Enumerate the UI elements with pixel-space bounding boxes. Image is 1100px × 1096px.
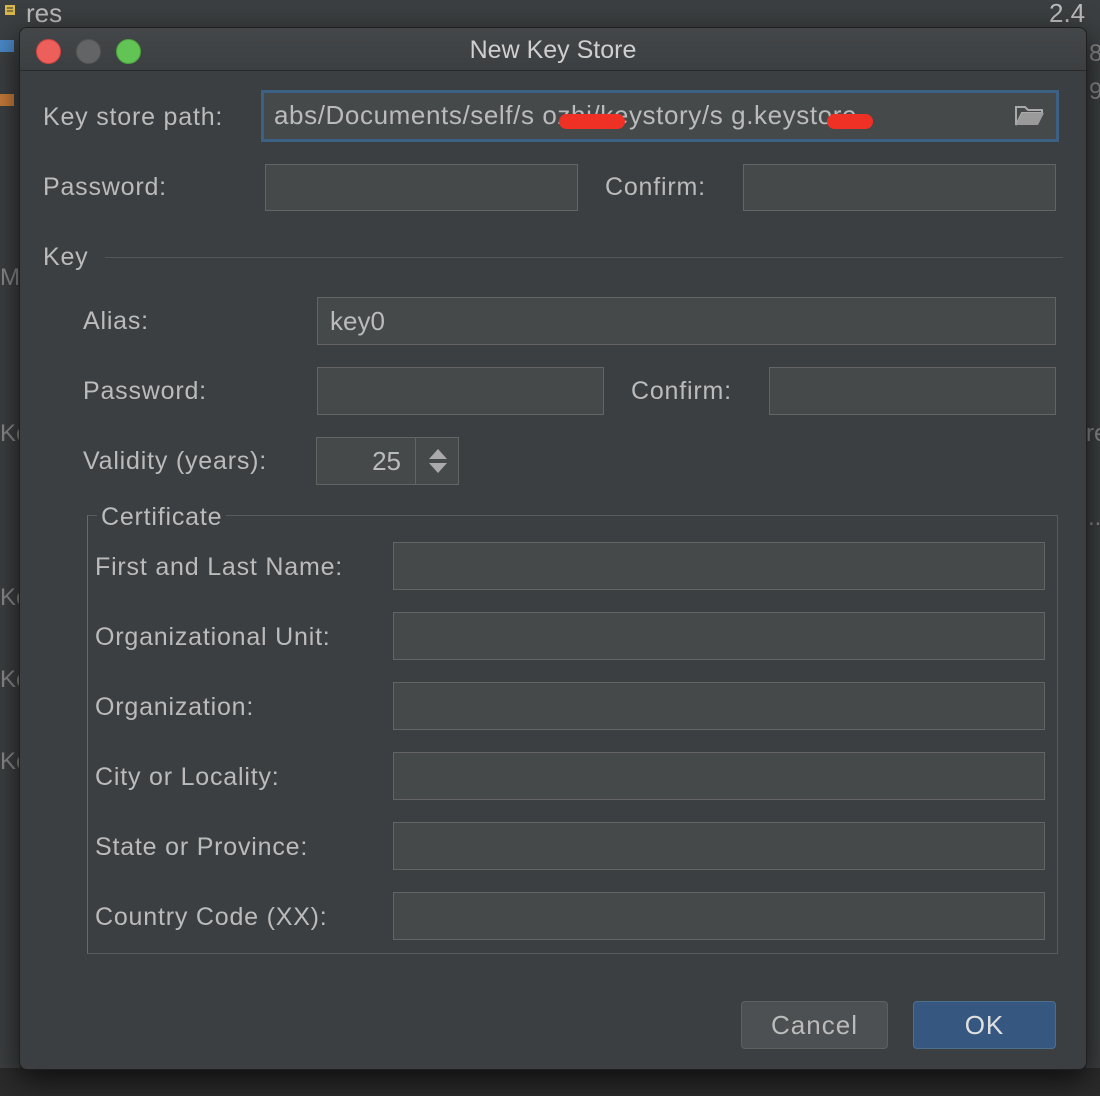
cancel-button[interactable]: Cancel xyxy=(741,1001,888,1049)
redaction-mark xyxy=(559,114,625,129)
cert-first-last-name-label: First and Last Name: xyxy=(95,553,344,581)
bg-fragment: re xyxy=(1086,420,1100,447)
cert-org-unit-label: Organizational Unit: xyxy=(95,623,331,651)
key-password-field[interactable] xyxy=(317,367,604,415)
validity-spinner[interactable]: 25 xyxy=(316,437,459,485)
cert-country-code-label: Country Code (XX): xyxy=(95,903,328,931)
keystore-path-label: Key store path: xyxy=(43,103,224,131)
ide-background-toolbar xyxy=(0,0,1100,30)
bg-fragment: ... xyxy=(1088,504,1100,531)
bg-fragment: M xyxy=(0,264,20,291)
keystore-confirm-label: Confirm: xyxy=(605,173,706,201)
bg-fragment: 8 xyxy=(1089,40,1100,67)
dialog-title: New Key Store xyxy=(469,36,637,64)
key-password-label: Password: xyxy=(83,377,207,405)
cert-city-label: City or Locality: xyxy=(95,763,280,791)
cert-country-code-field[interactable] xyxy=(393,892,1045,940)
bg-project-folder-label: res xyxy=(26,0,63,28)
keystore-password-field[interactable] xyxy=(265,164,578,211)
binary-file-icon xyxy=(0,40,14,52)
key-section-label: Key xyxy=(43,243,89,271)
key-confirm-field[interactable] xyxy=(769,367,1056,415)
keystore-path-field[interactable]: abs/Documents/self/s ozhi/keystory/s g.k… xyxy=(261,90,1059,142)
cert-org-unit-field[interactable] xyxy=(393,612,1045,660)
ide-background-right-panel xyxy=(1086,0,1100,1096)
redaction-mark xyxy=(827,114,873,129)
stepper-arrows-icon[interactable] xyxy=(428,447,448,475)
cert-city-field[interactable] xyxy=(393,752,1045,800)
certificate-section-label: Certificate xyxy=(97,503,227,532)
ide-background-left-panel xyxy=(0,0,20,1096)
file-icon xyxy=(5,5,15,15)
folder-icon[interactable] xyxy=(1014,103,1046,127)
cert-state-field[interactable] xyxy=(393,822,1045,870)
validity-value: 25 xyxy=(372,446,401,476)
alias-label: Alias: xyxy=(83,307,149,335)
bg-fragment: 9 xyxy=(1089,78,1100,105)
dialog-titlebar: New Key Store xyxy=(20,28,1086,71)
alias-field[interactable] xyxy=(317,297,1056,345)
validity-label: Validity (years): xyxy=(83,447,268,475)
ok-button[interactable]: OK xyxy=(913,1001,1056,1049)
validity-stepper-buttons[interactable] xyxy=(415,438,460,484)
cert-first-last-name-field[interactable] xyxy=(393,542,1045,590)
cert-organization-label: Organization: xyxy=(95,693,255,721)
terminal-icon xyxy=(0,94,14,106)
ide-background-bottom xyxy=(0,1068,1100,1096)
keystore-password-label: Password: xyxy=(43,173,167,201)
bg-version-label: 2.4 xyxy=(1049,0,1086,28)
cert-organization-field[interactable] xyxy=(393,682,1045,730)
key-section-separator xyxy=(105,257,1063,258)
cert-state-label: State or Province: xyxy=(95,833,309,861)
new-key-store-dialog: New Key Store Key store path: abs/Docume… xyxy=(19,27,1087,1070)
key-confirm-label: Confirm: xyxy=(631,377,732,405)
keystore-confirm-field[interactable] xyxy=(743,164,1056,211)
